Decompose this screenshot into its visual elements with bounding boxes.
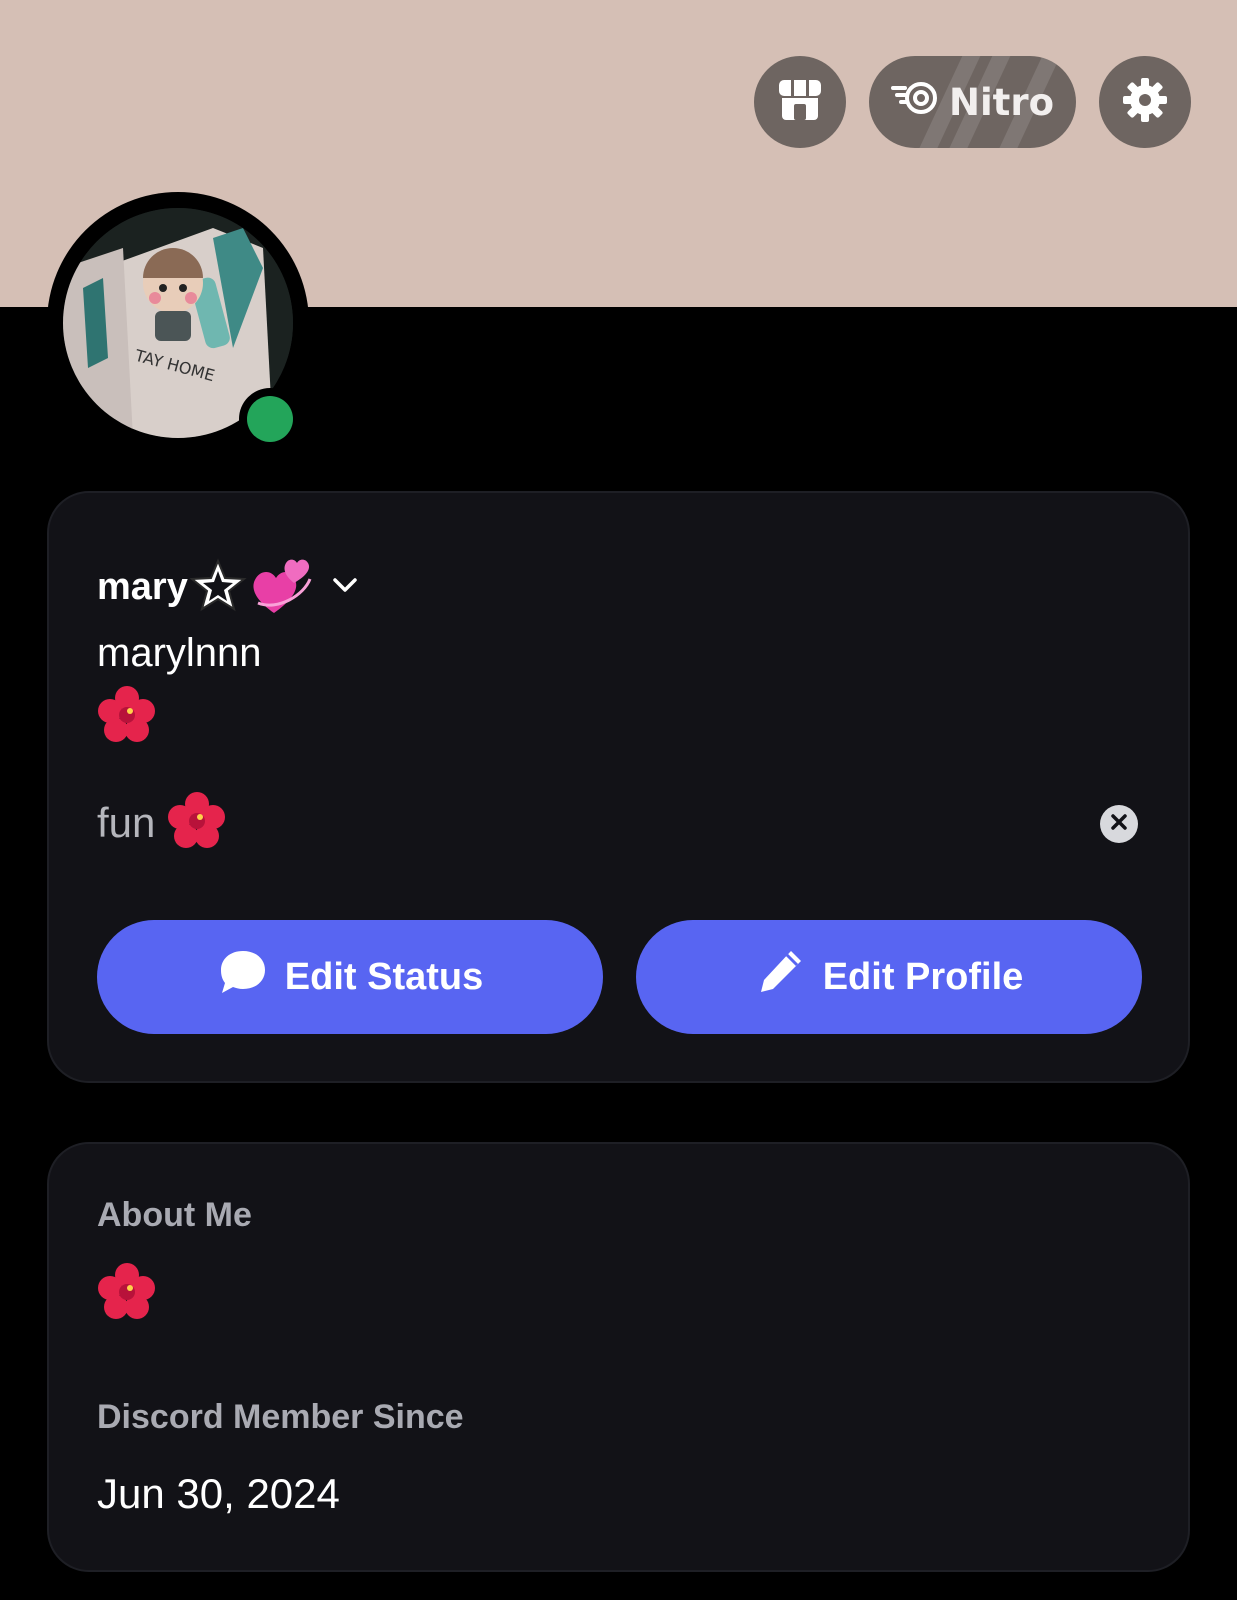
nitro-label: Nitro	[948, 80, 1054, 124]
edit-status-button[interactable]: Edit Status	[97, 920, 603, 1034]
clear-status-button[interactable]	[1100, 805, 1138, 843]
hibiscus-emoji	[97, 1262, 157, 1326]
hibiscus-emoji	[97, 685, 157, 749]
star-icon	[188, 557, 248, 617]
close-icon	[1110, 813, 1128, 835]
edit-profile-label: Edit Profile	[822, 955, 1024, 998]
online-dot	[247, 396, 293, 442]
hibiscus-emoji	[167, 791, 227, 855]
member-since-heading: Discord Member Since	[97, 1398, 464, 1436]
chevron-down-icon[interactable]	[330, 575, 360, 599]
online-status-indicator	[239, 388, 301, 450]
chat-bubble-icon	[217, 948, 267, 1006]
edit-status-label: Edit Status	[284, 955, 484, 998]
nitro-icon	[890, 80, 941, 125]
profile-card: mary marylnnn fun Edit Status Edit Profi…	[47, 491, 1190, 1083]
shop-button[interactable]	[754, 56, 846, 148]
about-me-heading: About Me	[97, 1196, 252, 1234]
gear-icon	[1121, 76, 1169, 128]
pencil-icon	[755, 947, 805, 1007]
username: marylnnn	[97, 631, 262, 675]
member-since-date: Jun 30, 2024	[97, 1470, 340, 1517]
display-name: mary	[97, 565, 188, 608]
edit-profile-button[interactable]: Edit Profile	[636, 920, 1142, 1034]
shop-icon	[777, 78, 823, 126]
display-name-row[interactable]: mary	[97, 553, 360, 621]
nitro-button[interactable]: Nitro	[869, 56, 1076, 148]
custom-status-text: fun	[97, 799, 156, 846]
revolving-hearts-icon	[248, 553, 316, 621]
custom-status[interactable]: fun	[97, 791, 227, 855]
about-card: About Me Discord Member Since Jun 30, 20…	[47, 1142, 1190, 1572]
settings-button[interactable]	[1099, 56, 1191, 148]
